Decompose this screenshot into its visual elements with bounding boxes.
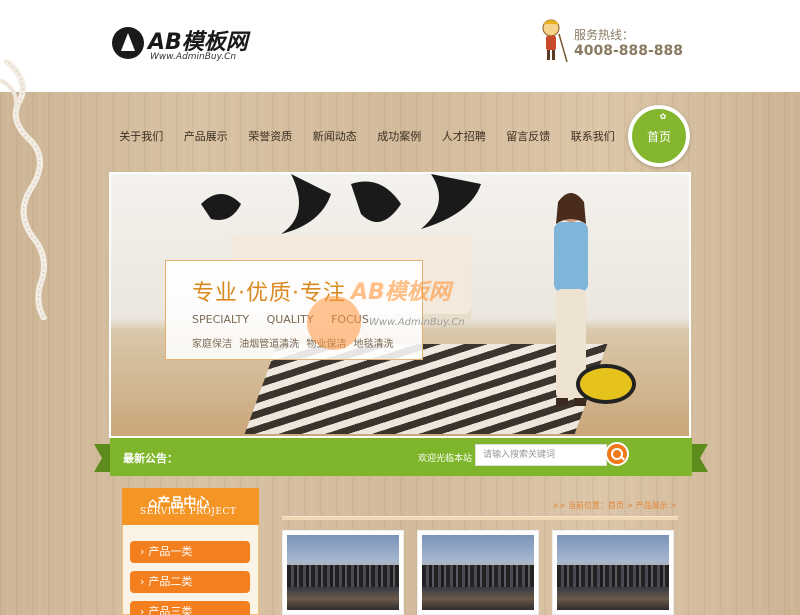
city-skyline-image [422, 535, 534, 610]
content-divider [282, 516, 678, 520]
product-thumbnail[interactable] [417, 530, 539, 615]
watermark-url: Www.AdminBuy.Cn [369, 317, 465, 328]
sidebar-item-category-2[interactable]: 产品二类 [130, 571, 250, 593]
main-nav: 关于我们 产品展示 荣誉资质 新闻动态 成功案例 人才招聘 留言反馈 联系我们 [109, 128, 625, 148]
watermark-text: AB模板网 [351, 280, 451, 305]
vacuum-image [576, 364, 636, 404]
search-button[interactable] [605, 442, 629, 466]
city-skyline-image [287, 535, 399, 610]
tagline-services: 家庭保洁 油烟管道清洗 物业保洁 地毯清洗 [192, 339, 394, 350]
nav-item-feedback[interactable]: 留言反馈 [496, 128, 561, 148]
hotline-label: 服务热线： [574, 28, 635, 42]
logo-text: AB模板网 [148, 30, 248, 55]
nav-item-contact[interactable]: 联系我们 [561, 128, 626, 148]
hotline-number: 4008-888-888 [574, 43, 684, 59]
search-welcome-label: 欢迎光临本站 [418, 454, 473, 464]
nav-item-cases[interactable]: 成功案例 [367, 128, 432, 148]
product-thumbnail[interactable] [552, 530, 674, 615]
sidebar-item-category-1[interactable]: 产品一类 [130, 541, 250, 563]
hero-banner[interactable]: 专业·优质·专注 SPECIALTY QUALITY FOCUS 家庭保洁 油烟… [109, 172, 691, 438]
city-skyline-image [557, 535, 669, 610]
notice-label: 最新公告： [123, 452, 178, 465]
home-flower-icon: ✿ [659, 112, 667, 121]
nav-item-products[interactable]: 产品展示 [174, 128, 239, 148]
nav-item-honors[interactable]: 荣誉资质 [238, 128, 303, 148]
nav-item-news[interactable]: 新闻动态 [303, 128, 368, 148]
logo-mark-icon [112, 27, 144, 59]
cleaner-mascot-icon [542, 19, 568, 63]
ribbon-decoration [0, 60, 48, 320]
home-button-label: 首页 [646, 129, 671, 144]
breadcrumb: >> 当前位置：首页 > 产品展示 > [552, 501, 677, 510]
nav-item-about[interactable]: 关于我们 [109, 128, 174, 148]
search-input[interactable]: 请输入搜索关键词 [475, 444, 607, 466]
product-thumbnail[interactable] [282, 530, 404, 615]
nav-item-jobs[interactable]: 人才招聘 [432, 128, 497, 148]
nav-home-button[interactable]: ✿ 首页 [628, 105, 690, 167]
logo-url: Www.AdminBuy.Cn [150, 52, 237, 62]
scallop-edge [0, 84, 800, 92]
sidebar-subtitle: SERVICE PROJECT [140, 507, 237, 517]
sidebar-item-category-3[interactable]: 产品三类 [130, 601, 250, 615]
